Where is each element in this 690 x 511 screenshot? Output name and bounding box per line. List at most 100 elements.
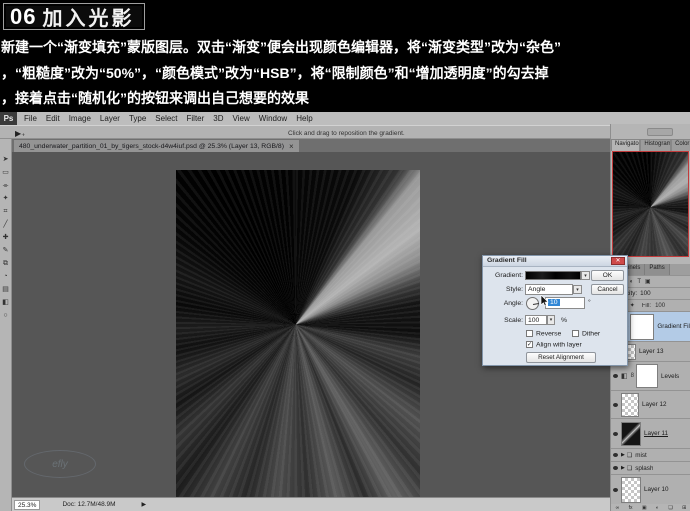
- tool-crop-icon[interactable]: ⌗: [4, 205, 8, 218]
- layer-mask-thumbnail[interactable]: [630, 314, 654, 340]
- document-close-icon[interactable]: ×: [289, 142, 294, 151]
- menu-file[interactable]: File: [24, 114, 37, 123]
- layer-mask-thumbnail[interactable]: [636, 364, 658, 388]
- status-menu-arrow-icon[interactable]: ▶: [142, 501, 147, 508]
- group-name[interactable]: mist: [635, 452, 647, 459]
- layer-thumbnail[interactable]: [621, 422, 641, 446]
- dither-checkbox[interactable]: Dither: [572, 330, 600, 337]
- layer-row-12[interactable]: Layer 12: [611, 390, 690, 418]
- tool-gradient-icon[interactable]: ◧: [2, 296, 9, 309]
- tool-brush-icon[interactable]: ✎: [3, 244, 9, 257]
- tool-quick-select-icon[interactable]: ✦: [3, 192, 9, 205]
- menu-select[interactable]: Select: [155, 114, 177, 123]
- document-tab-title: 480_underwater_partition_01_by_tigers_st…: [19, 143, 284, 150]
- layer-name[interactable]: Gradient Fill: [657, 323, 690, 330]
- collapse-panels-button[interactable]: [647, 128, 673, 136]
- group-expand-icon[interactable]: ▶: [621, 465, 625, 471]
- menu-3d[interactable]: 3D: [213, 114, 223, 123]
- step-header: 06 加入光影: [3, 3, 145, 30]
- tab-navigator[interactable]: Navigator: [611, 139, 640, 151]
- mask-link-icon[interactable]: 8: [631, 373, 634, 379]
- gradient-preview-swatch[interactable]: [525, 271, 581, 280]
- gradient-fill-dialog: Gradient Fill ✕ Gradient: ▾ OK Style: An…: [482, 255, 628, 366]
- tool-lasso-icon[interactable]: ⌯: [3, 179, 9, 192]
- layer-thumbnail[interactable]: [621, 477, 641, 503]
- levels-adjustment-icon[interactable]: ◧: [621, 372, 628, 380]
- tool-clone-stamp-icon[interactable]: ⧉: [3, 257, 8, 270]
- group-expand-icon[interactable]: ▶: [621, 452, 625, 458]
- layer-name[interactable]: Layer 12: [642, 401, 667, 408]
- angle-input[interactable]: 10: [545, 297, 585, 309]
- tool-healing-icon[interactable]: ✚: [3, 231, 9, 244]
- visibility-eye-icon[interactable]: [613, 403, 618, 407]
- filter-adjustment-icon[interactable]: ◐: [630, 279, 634, 285]
- dither-checkbox-box[interactable]: [572, 330, 579, 337]
- group-name[interactable]: splash: [635, 465, 653, 472]
- layer-style-icon[interactable]: fx: [629, 505, 633, 511]
- tool-marquee-icon[interactable]: ▭: [2, 166, 9, 179]
- menu-help[interactable]: Help: [296, 114, 312, 123]
- layer-thumbnail[interactable]: [621, 393, 639, 417]
- scale-input[interactable]: 100: [525, 315, 547, 325]
- visibility-eye-icon[interactable]: [613, 488, 618, 492]
- tool-blur-icon[interactable]: ○: [3, 309, 7, 322]
- menu-window[interactable]: Window: [259, 114, 287, 123]
- gradient-dropdown-arrow-icon[interactable]: ▾: [581, 271, 590, 280]
- reverse-checkbox-box[interactable]: [526, 330, 533, 337]
- group-row-mist[interactable]: ▶ ❏ mist: [611, 448, 690, 461]
- layer-name[interactable]: Layer 10: [644, 486, 669, 493]
- menu-view[interactable]: View: [233, 114, 250, 123]
- align-checkbox[interactable]: ✓Align with layer: [526, 341, 582, 348]
- dialog-close-icon[interactable]: ✕: [611, 257, 625, 265]
- layer-name[interactable]: Layer 13: [639, 348, 664, 355]
- menu-layer[interactable]: Layer: [100, 114, 120, 123]
- cancel-button[interactable]: Cancel: [591, 284, 624, 295]
- filter-shape-icon[interactable]: ▣: [645, 278, 651, 285]
- ok-button[interactable]: OK: [591, 270, 624, 281]
- group-row-splash[interactable]: ▶ ❏ splash: [611, 461, 690, 474]
- layer-row-10[interactable]: Layer 10: [611, 474, 690, 504]
- new-layer-icon[interactable]: ⊞: [682, 505, 686, 511]
- tab-color[interactable]: Color: [671, 139, 690, 151]
- link-layers-icon[interactable]: ∞: [616, 505, 620, 511]
- visibility-eye-icon[interactable]: [613, 432, 618, 436]
- lock-all-icon[interactable]: ✦: [630, 302, 635, 309]
- align-checkbox-box[interactable]: ✓: [526, 341, 533, 348]
- tab-histogram[interactable]: Histogram: [640, 139, 671, 151]
- menu-filter[interactable]: Filter: [187, 114, 205, 123]
- filter-type-icon[interactable]: T: [637, 279, 641, 285]
- dialog-title[interactable]: Gradient Fill: [483, 256, 627, 267]
- document-tab[interactable]: 480_underwater_partition_01_by_tigers_st…: [14, 140, 299, 152]
- style-dropdown[interactable]: Angle: [525, 284, 573, 295]
- adjustment-layer-icon[interactable]: ◐: [656, 505, 659, 511]
- visibility-eye-icon[interactable]: [613, 374, 618, 378]
- menu-image[interactable]: Image: [69, 114, 91, 123]
- tool-eyedropper-icon[interactable]: ╱: [3, 218, 7, 231]
- tool-move-icon[interactable]: ➤: [3, 153, 9, 166]
- visibility-eye-icon[interactable]: [613, 466, 618, 470]
- zoom-level-field[interactable]: 25.3%: [14, 500, 40, 510]
- add-mask-icon[interactable]: ▣: [642, 505, 647, 511]
- opacity-value[interactable]: 100: [640, 290, 651, 297]
- layer-name[interactable]: Levels: [661, 373, 679, 380]
- tool-eraser-icon[interactable]: ▤: [2, 283, 9, 296]
- scale-dropdown-arrow-icon[interactable]: ▾: [547, 315, 555, 325]
- layer-row-11[interactable]: Layer 11: [611, 418, 690, 448]
- gradient-label: Gradient:: [487, 272, 523, 279]
- angle-unit: °: [588, 299, 591, 306]
- reset-alignment-button[interactable]: Reset Alignment: [526, 352, 596, 363]
- visibility-eye-icon[interactable]: [613, 453, 618, 457]
- tab-paths[interactable]: Paths: [645, 264, 669, 275]
- menu-edit[interactable]: Edit: [46, 114, 60, 123]
- reverse-checkbox[interactable]: Reverse: [526, 330, 561, 337]
- new-group-icon[interactable]: ❏: [668, 505, 672, 511]
- menu-type[interactable]: Type: [129, 114, 146, 123]
- document-image-angle-gradient[interactable]: [176, 170, 420, 497]
- tool-history-brush-icon[interactable]: ◔: [3, 270, 7, 283]
- gradient-tool-icon[interactable]: ▶₊: [15, 129, 25, 138]
- style-dropdown-arrow-icon[interactable]: ▾: [573, 285, 582, 294]
- angle-dial[interactable]: [526, 297, 539, 310]
- navigator-preview[interactable]: [612, 151, 689, 257]
- fill-value[interactable]: 100: [655, 303, 665, 309]
- layer-name[interactable]: Layer 11: [644, 430, 668, 437]
